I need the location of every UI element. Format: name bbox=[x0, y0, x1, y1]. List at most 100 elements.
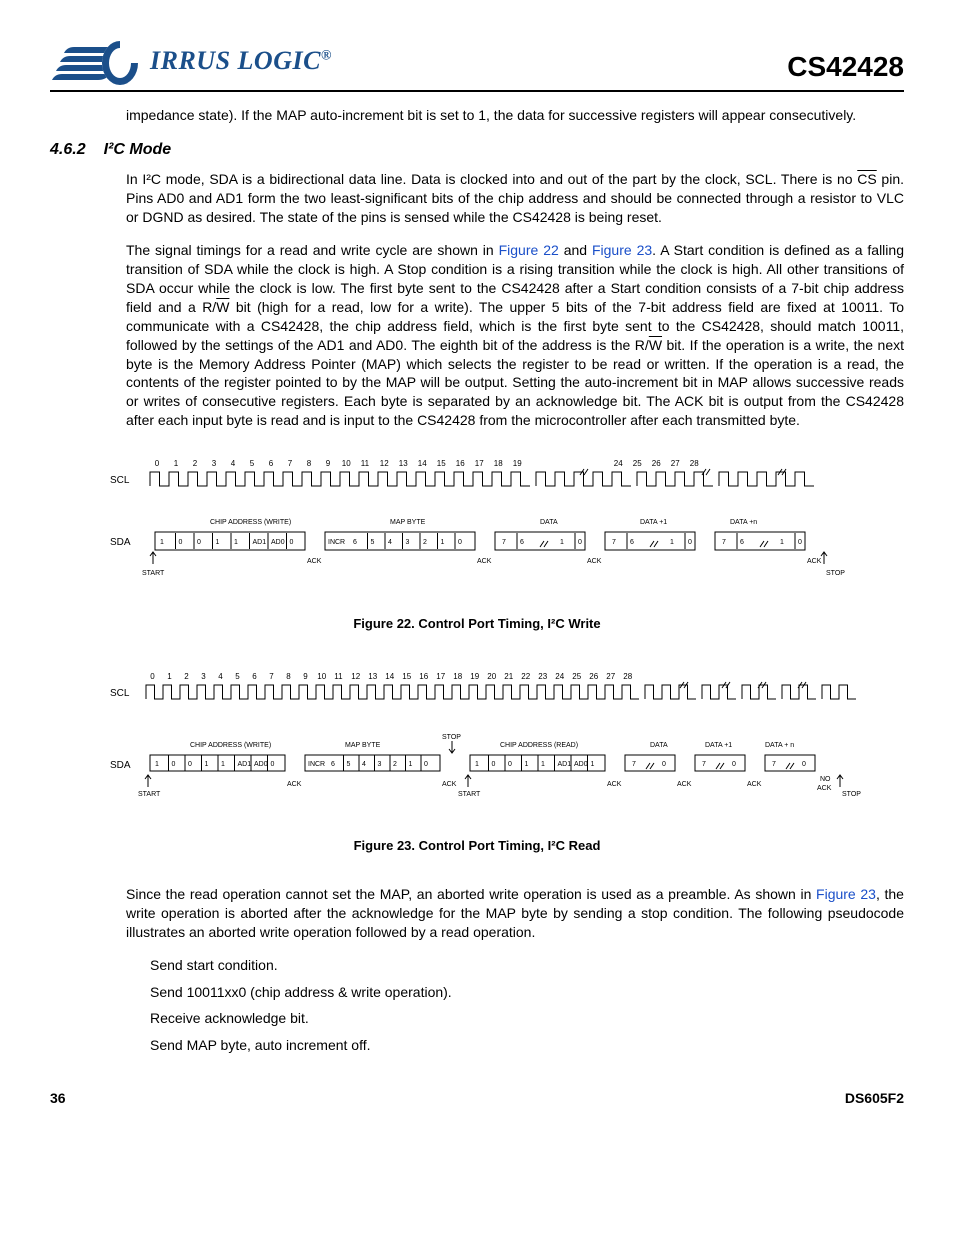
svg-text:3: 3 bbox=[406, 539, 410, 546]
svg-text:25: 25 bbox=[633, 459, 642, 468]
svg-text:13: 13 bbox=[399, 459, 408, 468]
svg-text:5: 5 bbox=[347, 761, 351, 768]
svg-text:11: 11 bbox=[361, 459, 370, 468]
page-footer: 36 DS605F2 bbox=[50, 1089, 904, 1108]
svg-text:6: 6 bbox=[331, 761, 335, 768]
figure-22-diagram: SCL SDA CHIP ADDRESS (WRITE) MAP BYTE DA… bbox=[110, 450, 870, 605]
svg-text:17: 17 bbox=[475, 459, 484, 468]
svg-text:12: 12 bbox=[351, 672, 360, 681]
para-1: In I²C mode, SDA is a bidirectional data… bbox=[126, 170, 904, 227]
svg-text:4: 4 bbox=[362, 761, 366, 768]
svg-text:18: 18 bbox=[453, 672, 462, 681]
svg-text:0: 0 bbox=[271, 761, 275, 768]
svg-text:6: 6 bbox=[353, 539, 357, 546]
svg-text:1: 1 bbox=[216, 539, 220, 546]
svg-text:CHIP ADDRESS (WRITE): CHIP ADDRESS (WRITE) bbox=[210, 519, 291, 526]
svg-text:ACK: ACK bbox=[477, 558, 492, 565]
svg-text:14: 14 bbox=[418, 459, 427, 468]
svg-text:ACK: ACK bbox=[677, 781, 692, 788]
svg-text:MAP BYTE: MAP BYTE bbox=[390, 519, 426, 526]
scl-label-23: SCL bbox=[110, 688, 130, 699]
svg-text:0: 0 bbox=[798, 539, 802, 546]
para-2: The signal timings for a read and write … bbox=[126, 241, 904, 430]
svg-text:0: 0 bbox=[172, 761, 176, 768]
svg-text:7: 7 bbox=[269, 672, 274, 681]
svg-text:27: 27 bbox=[606, 672, 615, 681]
svg-text:5: 5 bbox=[250, 459, 255, 468]
svg-text:ACK: ACK bbox=[307, 558, 322, 565]
svg-text:AD1: AD1 bbox=[558, 761, 572, 768]
svg-text:10: 10 bbox=[342, 459, 351, 468]
figure-22-link[interactable]: Figure 22 bbox=[499, 242, 559, 258]
svg-text:AD0: AD0 bbox=[574, 761, 588, 768]
svg-text:3: 3 bbox=[201, 672, 206, 681]
figure-22-caption: Figure 22. Control Port Timing, I²C Writ… bbox=[50, 615, 904, 633]
page-number: 36 bbox=[50, 1089, 66, 1108]
svg-text:2: 2 bbox=[184, 672, 189, 681]
svg-text:0: 0 bbox=[197, 539, 201, 546]
svg-text:INCR: INCR bbox=[308, 761, 325, 768]
svg-text:1: 1 bbox=[525, 761, 529, 768]
svg-text:16: 16 bbox=[456, 459, 465, 468]
intro-paragraph: impedance state). If the MAP auto-increm… bbox=[126, 106, 904, 125]
svg-text:16: 16 bbox=[419, 672, 428, 681]
figure-23-link[interactable]: Figure 23 bbox=[592, 242, 652, 258]
svg-text:1: 1 bbox=[221, 761, 225, 768]
svg-text:22: 22 bbox=[521, 672, 530, 681]
step-1: Send start condition. bbox=[150, 956, 904, 975]
svg-text:STOP: STOP bbox=[826, 570, 845, 577]
svg-text:0: 0 bbox=[662, 761, 666, 768]
svg-text:23: 23 bbox=[538, 672, 547, 681]
svg-text:1: 1 bbox=[160, 539, 164, 546]
step-3: Receive acknowledge bit. bbox=[150, 1009, 904, 1028]
figure-23-diagram: SCL SDA CHIP ADDRESS (WRITE) MAP BYTE CH… bbox=[110, 663, 870, 828]
svg-text:7: 7 bbox=[772, 761, 776, 768]
svg-text:STOP: STOP bbox=[442, 734, 461, 741]
svg-text:DATA +1: DATA +1 bbox=[705, 742, 732, 749]
svg-text:2: 2 bbox=[393, 761, 397, 768]
svg-text:20: 20 bbox=[487, 672, 496, 681]
logo-block: IRRUS LOGIC® bbox=[50, 36, 332, 86]
svg-text:0: 0 bbox=[188, 761, 192, 768]
svg-text:28: 28 bbox=[623, 672, 632, 681]
svg-text:5: 5 bbox=[371, 539, 375, 546]
svg-text:ACK: ACK bbox=[817, 785, 832, 792]
sda-label: SDA bbox=[110, 537, 131, 548]
svg-text:DATA: DATA bbox=[650, 742, 668, 749]
svg-text:1: 1 bbox=[174, 459, 179, 468]
svg-text:DATA + n: DATA + n bbox=[765, 742, 794, 749]
svg-text:24: 24 bbox=[614, 459, 623, 468]
svg-text:AD1: AD1 bbox=[253, 539, 267, 546]
svg-text:1: 1 bbox=[155, 761, 159, 768]
svg-text:0: 0 bbox=[492, 761, 496, 768]
svg-text:25: 25 bbox=[572, 672, 581, 681]
svg-text:ACK: ACK bbox=[287, 781, 302, 788]
svg-text:INCR: INCR bbox=[328, 539, 345, 546]
svg-text:0: 0 bbox=[578, 539, 582, 546]
svg-text:4: 4 bbox=[218, 672, 223, 681]
svg-text:0: 0 bbox=[179, 539, 183, 546]
svg-text:1: 1 bbox=[409, 761, 413, 768]
svg-text:6: 6 bbox=[740, 539, 744, 546]
svg-text:4: 4 bbox=[231, 459, 236, 468]
svg-text:1: 1 bbox=[234, 539, 238, 546]
svg-text:13: 13 bbox=[368, 672, 377, 681]
svg-text:0: 0 bbox=[290, 539, 294, 546]
svg-text:27: 27 bbox=[671, 459, 680, 468]
svg-text:START: START bbox=[142, 570, 165, 577]
sda-label-23: SDA bbox=[110, 760, 131, 771]
svg-text:1: 1 bbox=[475, 761, 479, 768]
svg-text:DATA +1: DATA +1 bbox=[640, 519, 667, 526]
svg-text:DATA: DATA bbox=[540, 519, 558, 526]
svg-text:NO: NO bbox=[820, 776, 831, 783]
figure-23-link-2[interactable]: Figure 23 bbox=[816, 886, 876, 902]
svg-text:21: 21 bbox=[504, 672, 513, 681]
svg-text:START: START bbox=[138, 791, 161, 798]
section-heading: 4.6.2 I²C Mode bbox=[50, 139, 904, 161]
logo-text: IRRUS LOGIC® bbox=[150, 43, 332, 78]
svg-text:15: 15 bbox=[402, 672, 411, 681]
svg-text:15: 15 bbox=[437, 459, 446, 468]
svg-text:0: 0 bbox=[150, 672, 155, 681]
svg-text:28: 28 bbox=[690, 459, 699, 468]
svg-text:2: 2 bbox=[193, 459, 198, 468]
